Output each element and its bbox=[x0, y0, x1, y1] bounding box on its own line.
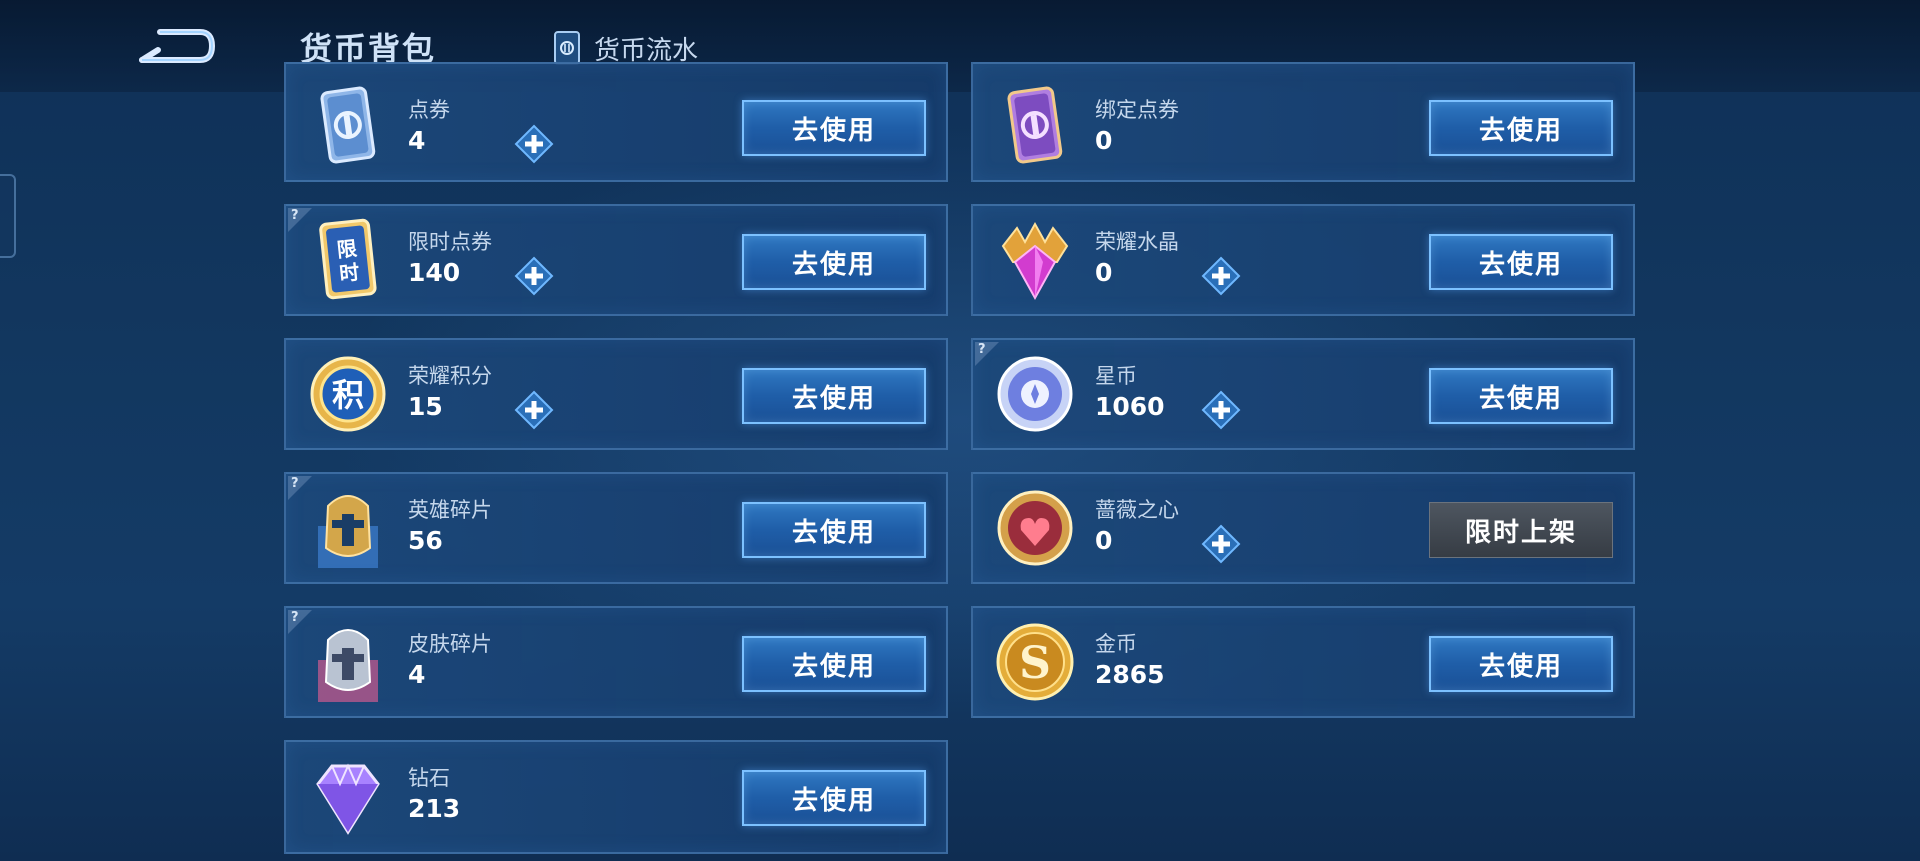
add-currency-button[interactable] bbox=[514, 124, 554, 164]
plus-icon bbox=[1201, 390, 1241, 434]
currency-card-star-coin: ? 星币 1060 去使用 bbox=[971, 338, 1635, 450]
currency-count: 15 bbox=[408, 392, 443, 421]
currency-count: 140 bbox=[408, 258, 461, 287]
glory-points-coin-icon: 积 bbox=[304, 350, 392, 438]
currency-card-glory-crystal: 荣耀水晶 0 去使用 bbox=[971, 204, 1635, 316]
use-button[interactable]: 去使用 bbox=[742, 770, 926, 826]
use-button[interactable]: 去使用 bbox=[742, 502, 926, 558]
plus-icon bbox=[1201, 524, 1241, 568]
currency-grid: 点券 4 去使用 绑定点券 0 去使用? 限时限时点券 140 去使用 荣耀水晶 0 去使用积荣耀积分… bbox=[0, 0, 1920, 861]
star-coin-icon bbox=[991, 350, 1079, 438]
currency-name: 限时点券 bbox=[408, 230, 492, 254]
currency-card-rose-heart-coin: 蔷薇之心 0 限时上架 bbox=[971, 472, 1635, 584]
currency-name: 荣耀积分 bbox=[408, 364, 492, 388]
plus-icon bbox=[514, 256, 554, 300]
currency-name: 荣耀水晶 bbox=[1095, 230, 1179, 254]
hero-fragment-helmet-icon bbox=[304, 484, 392, 572]
currency-name: 星币 bbox=[1095, 364, 1137, 388]
plus-icon bbox=[514, 124, 554, 168]
blue-card-icon bbox=[304, 82, 392, 170]
currency-card-hero-fragment-helmet: ? 英雄碎片 56 去使用 bbox=[284, 472, 948, 584]
add-currency-button[interactable] bbox=[1201, 390, 1241, 430]
skin-fragment-helmet-icon bbox=[304, 618, 392, 706]
currency-name: 蔷薇之心 bbox=[1095, 498, 1179, 522]
currency-card-purple-card: 绑定点券 0 去使用 bbox=[971, 62, 1635, 182]
currency-count: 0 bbox=[1095, 526, 1113, 555]
use-button[interactable]: 去使用 bbox=[1429, 368, 1613, 424]
currency-count: 56 bbox=[408, 526, 443, 555]
use-button[interactable]: 去使用 bbox=[742, 636, 926, 692]
currency-card-limited-time-card: ? 限时限时点券 140 去使用 bbox=[284, 204, 948, 316]
currency-count: 4 bbox=[408, 660, 426, 689]
limited-time-button: 限时上架 bbox=[1429, 502, 1613, 558]
currency-count: 1060 bbox=[1095, 392, 1165, 421]
rose-heart-coin-icon bbox=[991, 484, 1079, 572]
add-currency-button[interactable] bbox=[1201, 524, 1241, 564]
gold-coin-icon: S bbox=[991, 618, 1079, 706]
currency-card-diamond: 钻石 213 去使用 bbox=[284, 740, 948, 854]
currency-count: 0 bbox=[1095, 126, 1113, 155]
svg-text:限: 限 bbox=[336, 236, 358, 262]
use-button[interactable]: 去使用 bbox=[742, 368, 926, 424]
currency-count: 4 bbox=[408, 126, 426, 155]
currency-card-glory-points-coin: 积 荣耀积分 15 去使用 bbox=[284, 338, 948, 450]
plus-icon bbox=[1201, 256, 1241, 300]
limited-time-card-icon: 限时 bbox=[304, 216, 392, 304]
svg-text:积: 积 bbox=[332, 376, 364, 414]
add-currency-button[interactable] bbox=[514, 256, 554, 296]
add-currency-button[interactable] bbox=[1201, 256, 1241, 296]
currency-name: 皮肤碎片 bbox=[408, 632, 492, 656]
diamond-icon bbox=[304, 752, 392, 840]
add-currency-button[interactable] bbox=[514, 390, 554, 430]
currency-name: 钻石 bbox=[408, 766, 450, 790]
use-button[interactable]: 去使用 bbox=[742, 234, 926, 290]
use-button[interactable]: 去使用 bbox=[1429, 100, 1613, 156]
currency-count: 213 bbox=[408, 794, 461, 823]
svg-text:S: S bbox=[1019, 638, 1051, 689]
currency-name: 英雄碎片 bbox=[408, 498, 492, 522]
currency-name: 金币 bbox=[1095, 632, 1137, 656]
currency-card-gold-coin: S 金币 2865 去使用 bbox=[971, 606, 1635, 718]
use-button[interactable]: 去使用 bbox=[1429, 234, 1613, 290]
glory-crystal-icon bbox=[991, 216, 1079, 304]
currency-name: 绑定点券 bbox=[1095, 98, 1179, 122]
use-button[interactable]: 去使用 bbox=[742, 100, 926, 156]
currency-card-skin-fragment-helmet: ? 皮肤碎片 4 去使用 bbox=[284, 606, 948, 718]
use-button[interactable]: 去使用 bbox=[1429, 636, 1613, 692]
svg-text:时: 时 bbox=[338, 260, 360, 286]
purple-card-icon bbox=[991, 82, 1079, 170]
currency-name: 点券 bbox=[408, 98, 450, 122]
plus-icon bbox=[514, 390, 554, 434]
currency-count: 0 bbox=[1095, 258, 1113, 287]
currency-count: 2865 bbox=[1095, 660, 1165, 689]
currency-card-blue-card: 点券 4 去使用 bbox=[284, 62, 948, 182]
